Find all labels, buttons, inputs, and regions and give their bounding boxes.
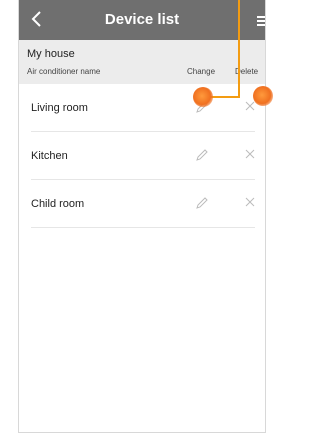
pencil-icon[interactable] bbox=[195, 196, 209, 210]
close-icon[interactable] bbox=[243, 195, 257, 209]
highlight-marker bbox=[253, 86, 273, 106]
device-name: Kitchen bbox=[31, 150, 68, 162]
house-header: My house Air conditioner name Change Del… bbox=[19, 40, 265, 84]
device-name: Living room bbox=[31, 102, 88, 114]
close-icon[interactable] bbox=[243, 147, 257, 161]
callout-line bbox=[238, 0, 240, 97]
phone-screen: Device list My house Air conditioner nam… bbox=[18, 0, 266, 433]
header-bar: Device list bbox=[19, 0, 265, 40]
pencil-icon[interactable] bbox=[195, 148, 209, 162]
house-name: My house bbox=[27, 48, 75, 60]
page-title: Device list bbox=[104, 11, 180, 28]
highlight-marker bbox=[193, 87, 213, 107]
device-row: Child room bbox=[31, 180, 255, 228]
column-header-name: Air conditioner name bbox=[27, 67, 101, 76]
device-row: Living room bbox=[31, 84, 255, 132]
device-name: Child room bbox=[31, 198, 85, 210]
menu-icon[interactable] bbox=[257, 16, 265, 26]
device-list: Living room Kitchen Child room bbox=[19, 84, 265, 228]
device-row: Kitchen bbox=[31, 132, 255, 180]
column-header-change: Change bbox=[187, 67, 216, 76]
